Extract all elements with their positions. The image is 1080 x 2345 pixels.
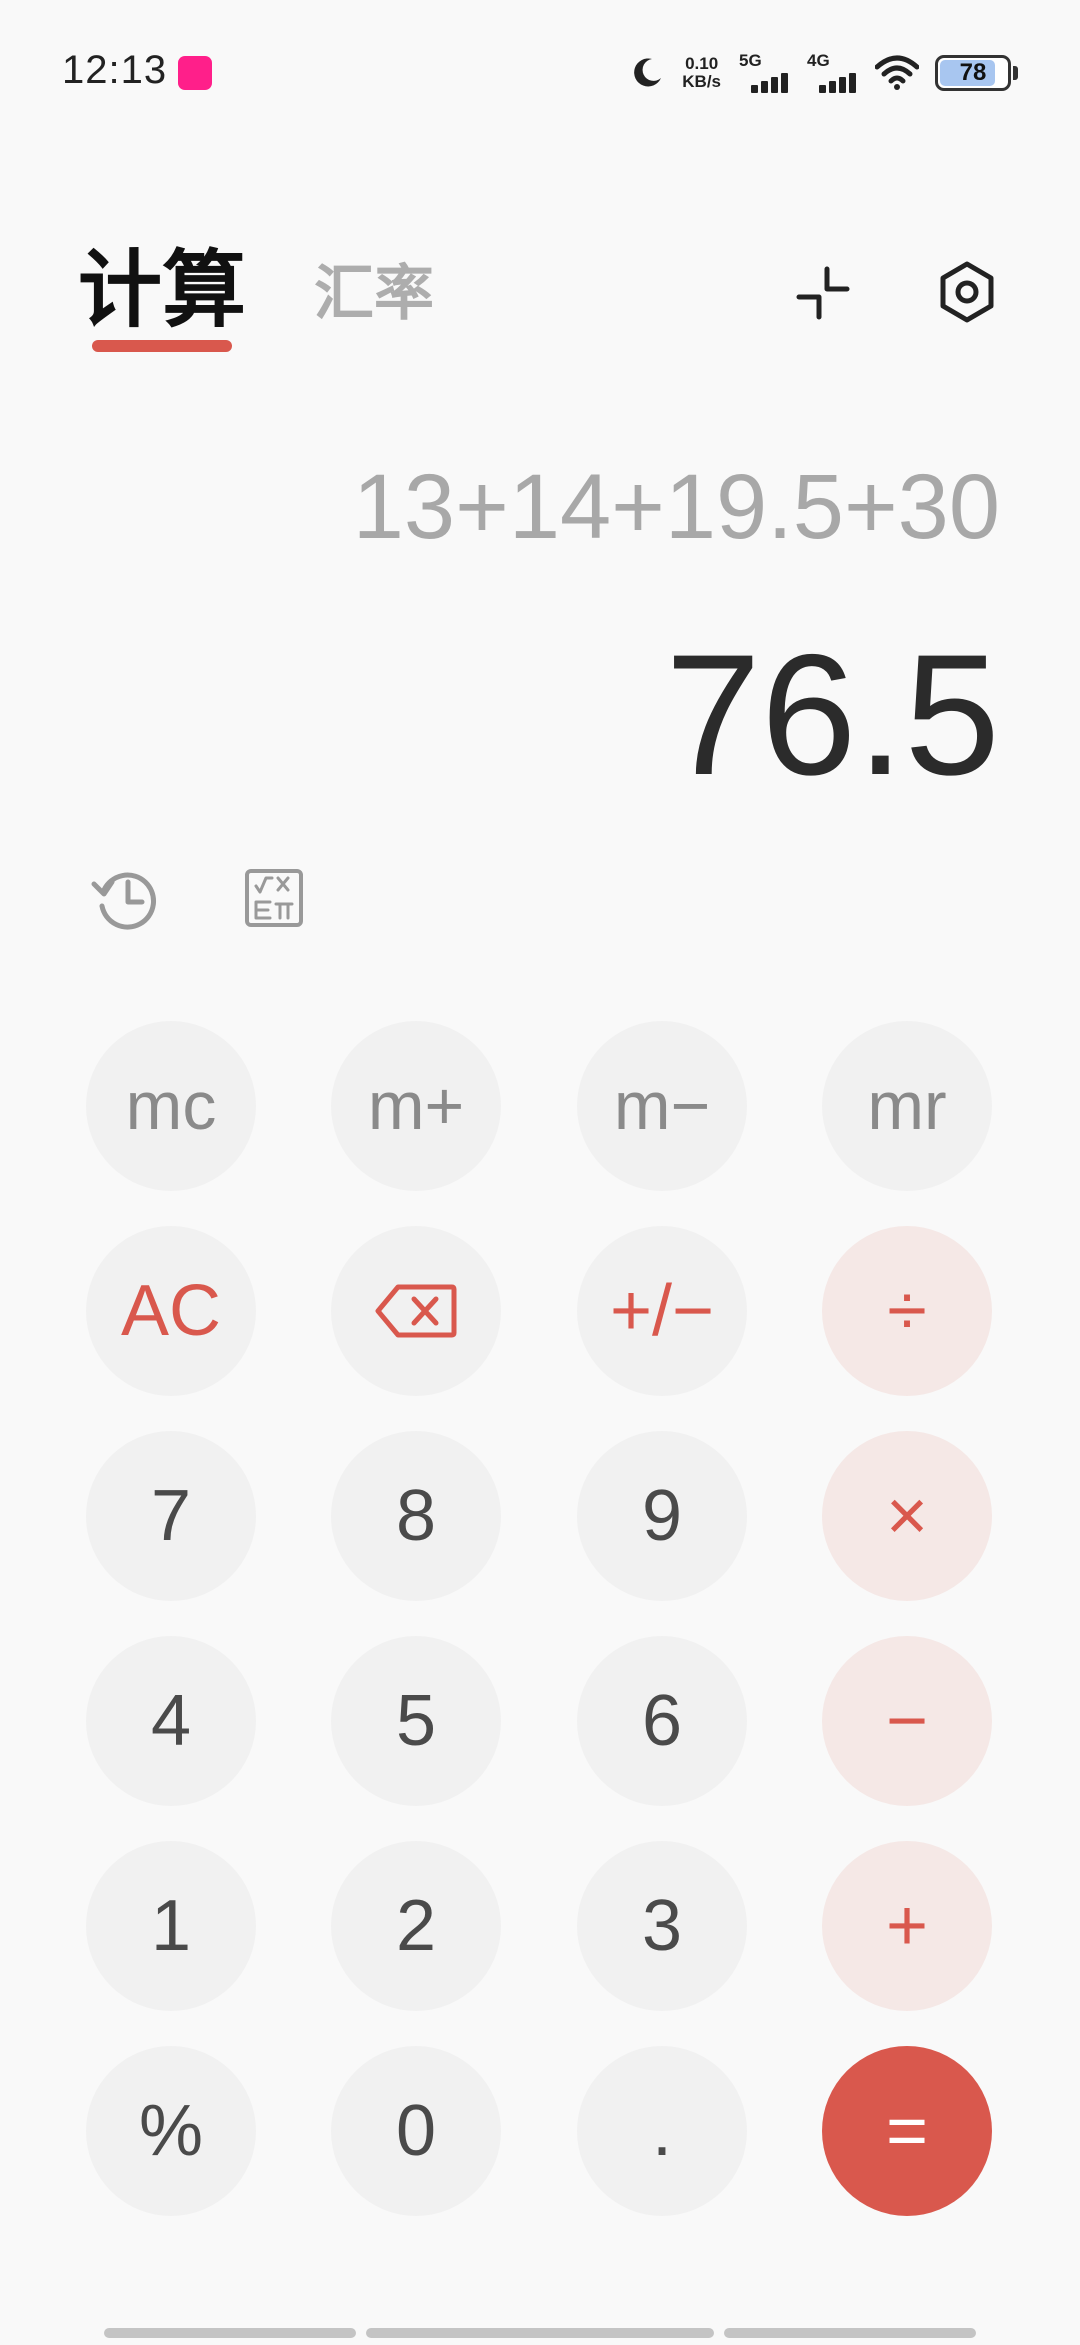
decimal-point-button[interactable]: . bbox=[577, 2046, 747, 2216]
percent-button[interactable]: % bbox=[86, 2046, 256, 2216]
subtract-button[interactable]: − bbox=[822, 1636, 992, 1806]
digit-4-button[interactable]: 4 bbox=[86, 1636, 256, 1806]
status-indicators: 0.10 KB/s 5G 4G 78 bbox=[630, 48, 1018, 98]
network-speed: 0.10 KB/s bbox=[682, 55, 721, 91]
toggle-sign-button[interactable]: +/− bbox=[577, 1226, 747, 1396]
app-notification-icon bbox=[178, 56, 212, 90]
multiply-button[interactable]: × bbox=[822, 1431, 992, 1601]
memory-clear-button[interactable]: mc bbox=[86, 1021, 256, 1191]
sim2-signal-icon: 4G bbox=[807, 51, 861, 95]
digit-6-button[interactable]: 6 bbox=[577, 1636, 747, 1806]
do-not-disturb-moon-icon bbox=[634, 58, 662, 87]
status-time: 12:13 bbox=[62, 48, 168, 92]
shrink-icon[interactable] bbox=[795, 265, 851, 321]
all-clear-button[interactable]: AC bbox=[86, 1226, 256, 1396]
status-bar: 12:13 0.10 KB/s 5G 4G 78 bbox=[0, 0, 1080, 140]
digit-0-button[interactable]: 0 bbox=[331, 2046, 501, 2216]
battery-icon: 78 bbox=[935, 55, 1011, 91]
digit-5-button[interactable]: 5 bbox=[331, 1636, 501, 1806]
memory-recall-button[interactable]: mr bbox=[822, 1021, 992, 1191]
sim1-network-type: 5G bbox=[739, 51, 762, 70]
divide-button[interactable]: ÷ bbox=[822, 1226, 992, 1396]
tab-calculator[interactable]: 计算 bbox=[78, 240, 246, 340]
memory-subtract-button[interactable]: m− bbox=[577, 1021, 747, 1191]
result-display: 76.5 bbox=[665, 619, 1000, 811]
digit-3-button[interactable]: 3 bbox=[577, 1841, 747, 2011]
nav-handle-segment bbox=[104, 2328, 356, 2338]
network-speed-unit: KB/s bbox=[682, 72, 721, 91]
sim1-signal-icon: 5G bbox=[739, 51, 793, 95]
digit-2-button[interactable]: 2 bbox=[331, 1841, 501, 2011]
nav-handle-segment bbox=[724, 2328, 976, 2338]
digit-9-button[interactable]: 9 bbox=[577, 1431, 747, 1601]
active-tab-indicator bbox=[92, 340, 232, 352]
memory-add-button[interactable]: m+ bbox=[331, 1021, 501, 1191]
wifi-icon bbox=[875, 55, 919, 90]
digit-8-button[interactable]: 8 bbox=[331, 1431, 501, 1601]
digit-7-button[interactable]: 7 bbox=[86, 1431, 256, 1601]
settings-icon[interactable] bbox=[935, 260, 999, 324]
nav-handle-segment bbox=[366, 2328, 714, 2338]
equals-button[interactable]: = bbox=[822, 2046, 992, 2216]
digit-1-button[interactable]: 1 bbox=[86, 1841, 256, 2011]
add-button[interactable]: + bbox=[822, 1841, 992, 2011]
battery-level: 78 bbox=[959, 59, 987, 86]
tab-exchange-rate[interactable]: 汇率 bbox=[314, 254, 434, 334]
backspace-button[interactable] bbox=[331, 1226, 501, 1396]
battery-cap bbox=[1013, 66, 1018, 80]
expression-display: 13+14+19.5+30 bbox=[352, 456, 1000, 558]
history-icon[interactable] bbox=[90, 862, 164, 936]
network-speed-value: 0.10 bbox=[685, 54, 719, 73]
sim2-network-type: 4G bbox=[807, 51, 830, 70]
scientific-icon[interactable] bbox=[244, 868, 304, 928]
backspace-icon bbox=[375, 1284, 457, 1338]
